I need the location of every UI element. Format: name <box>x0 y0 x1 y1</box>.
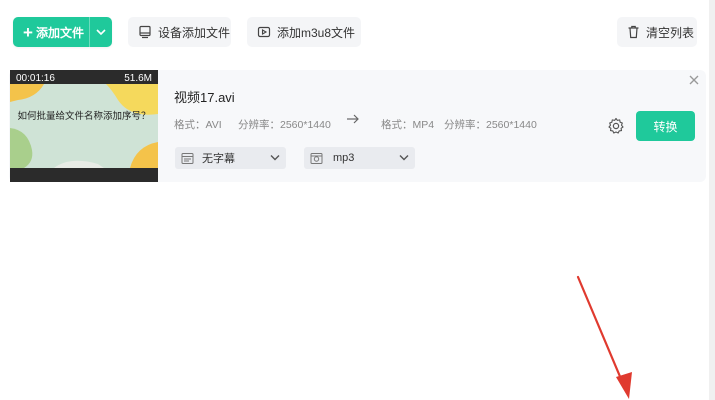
video-thumbnail[interactable]: 00:01:16 51.6M 如何批量给文件名称添加序号？ <box>10 70 158 182</box>
target-format[interactable]: 格式：MP4 <box>381 117 434 132</box>
audio-icon <box>310 152 323 164</box>
chevron-down-icon <box>270 155 280 161</box>
target-resolution[interactable]: 分辨率：2560*1440 <box>444 117 537 132</box>
add-file-button[interactable]: + 添加文件 <box>13 17 112 47</box>
device-add-label: 设备添加文件 <box>158 25 231 40</box>
device-icon <box>139 25 151 39</box>
add-file-main[interactable]: + 添加文件 <box>13 17 89 47</box>
video-play-icon <box>257 26 271 38</box>
audio-select-value: mp3 <box>333 152 355 164</box>
clear-list-label: 清空列表 <box>646 25 695 40</box>
audio-select[interactable]: mp3 <box>304 147 415 169</box>
video-duration: 00:01:16 <box>16 73 55 84</box>
chevron-down-icon <box>399 155 409 161</box>
add-m3u8-label: 添加m3u8文件 <box>277 25 356 40</box>
annotation-arrow <box>576 275 632 399</box>
subtitle-icon <box>181 152 194 164</box>
arrow-right-icon <box>347 114 359 124</box>
convert-button[interactable]: 转换 <box>636 111 695 141</box>
plus-icon: + <box>23 22 33 42</box>
scrollbar-track[interactable] <box>709 0 715 400</box>
add-m3u8-button[interactable]: 添加m3u8文件 <box>247 17 361 47</box>
add-file-dropdown[interactable] <box>90 17 112 47</box>
chevron-down-icon <box>96 29 106 35</box>
device-add-button[interactable]: 设备添加文件 <box>128 17 231 47</box>
thumbnail-caption: 如何批量给文件名称添加序号？ <box>17 111 151 122</box>
subtitle-select[interactable]: 无字幕 <box>175 147 286 169</box>
file-size: 51.6M <box>124 73 152 84</box>
gear-icon[interactable] <box>607 117 625 135</box>
source-format: 格式：AVI <box>174 119 222 131</box>
subtitle-select-value: 无字幕 <box>202 153 235 165</box>
thumbnail-image <box>10 84 158 168</box>
close-icon[interactable] <box>688 74 700 86</box>
clear-list-button[interactable]: 清空列表 <box>617 17 697 47</box>
source-resolution: 分辨率：2560*1440 <box>238 119 331 131</box>
file-name: 视频17.avi <box>174 90 235 105</box>
add-file-label: 添加文件 <box>35 25 84 40</box>
trash-icon <box>628 25 639 39</box>
